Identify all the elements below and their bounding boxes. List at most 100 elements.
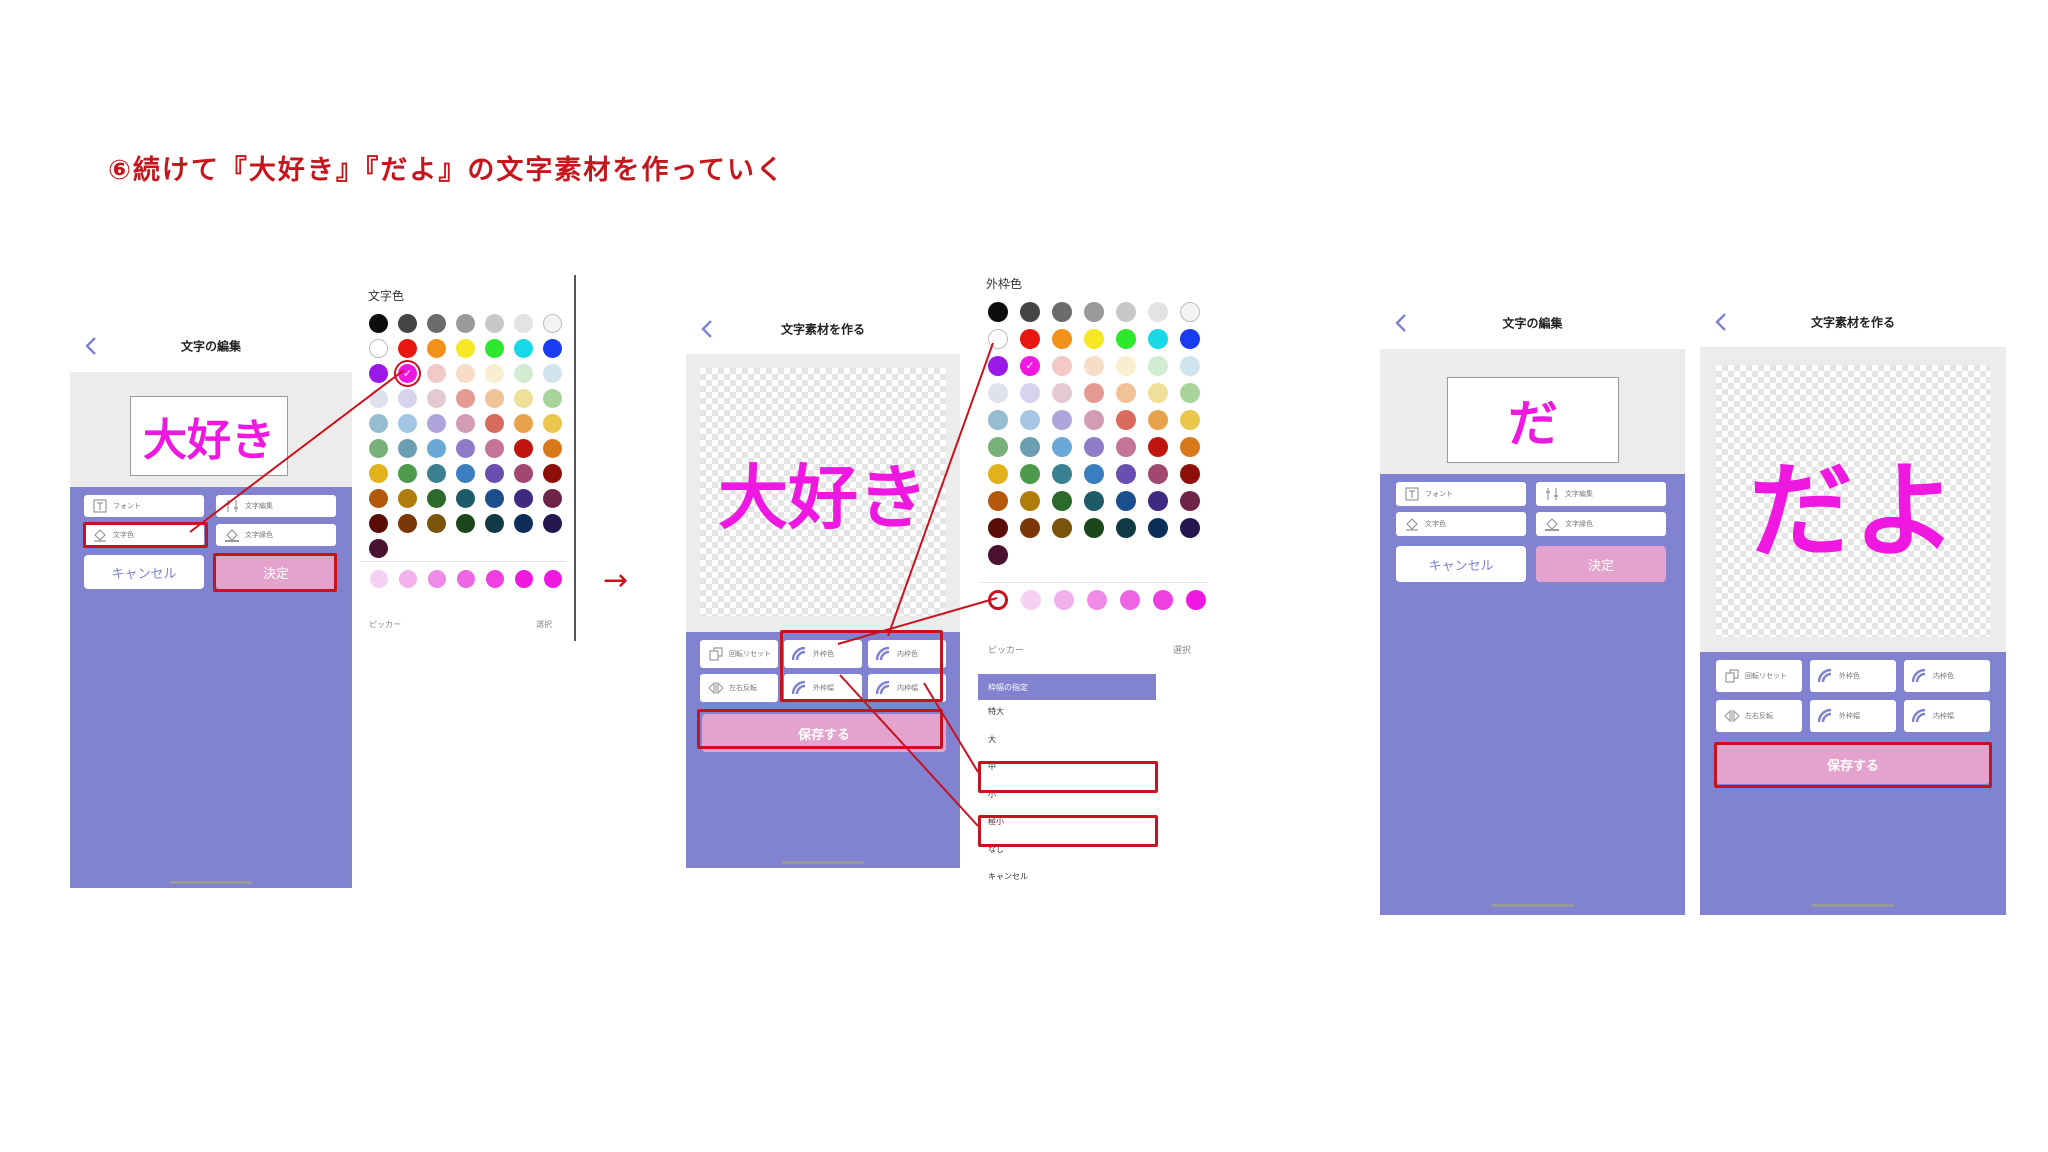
color-swatch[interactable] [1116,437,1136,457]
color-swatch[interactable] [1052,356,1072,376]
color-swatch[interactable] [1180,383,1200,403]
font-button[interactable]: フォント [1396,482,1526,506]
frame-width-option[interactable]: 特大 [988,706,1004,717]
recent-color-swatch[interactable] [1087,590,1107,610]
color-swatch[interactable] [427,389,446,408]
color-swatch[interactable] [369,514,388,533]
color-swatch[interactable] [1084,410,1104,430]
color-swatch[interactable] [988,302,1008,322]
color-swatch[interactable] [1020,518,1040,538]
color-swatch[interactable] [398,489,417,508]
color-swatch[interactable] [398,339,417,358]
color-swatch[interactable] [369,489,388,508]
color-swatch[interactable] [1116,356,1136,376]
color-swatch[interactable] [988,329,1008,349]
color-swatch[interactable] [456,414,475,433]
color-swatch[interactable] [1180,356,1200,376]
color-swatch[interactable] [1116,410,1136,430]
color-swatch[interactable] [1052,329,1072,349]
frame-width-option[interactable]: 大 [988,734,996,745]
color-swatch[interactable] [514,314,533,333]
color-swatch[interactable] [456,364,475,383]
inner-frame-width-button[interactable]: 内枠幅 [1904,700,1990,732]
edit-text-button[interactable]: 文字編集 [1536,482,1666,506]
color-swatch[interactable] [369,389,388,408]
color-swatch[interactable] [988,356,1008,376]
color-swatch[interactable] [514,389,533,408]
color-swatch[interactable] [1148,491,1168,511]
recent-color-swatch[interactable] [1120,590,1140,610]
color-swatch[interactable] [485,389,504,408]
recent-color-swatch[interactable] [1186,590,1206,610]
color-swatch[interactable] [485,489,504,508]
color-swatch[interactable] [1084,491,1104,511]
color-swatch[interactable] [514,339,533,358]
color-swatch[interactable] [543,339,562,358]
color-swatch[interactable] [1116,464,1136,484]
color-swatch[interactable] [369,314,388,333]
color-swatch[interactable] [1020,437,1040,457]
text-color-button[interactable]: 文字色 [1396,512,1526,536]
color-swatch[interactable] [1180,464,1200,484]
color-swatch[interactable] [427,314,446,333]
color-swatch[interactable] [1148,410,1168,430]
color-swatch[interactable] [1020,329,1040,349]
color-swatch[interactable] [1020,464,1040,484]
recent-color-swatch[interactable] [1153,590,1173,610]
color-swatch[interactable] [427,339,446,358]
color-swatch[interactable] [1116,518,1136,538]
color-swatch[interactable] [369,464,388,483]
color-swatch[interactable] [369,339,388,358]
color-swatch[interactable] [1084,302,1104,322]
recent-color-swatch[interactable] [515,570,533,588]
color-swatch[interactable] [398,514,417,533]
frame-width-option[interactable]: キャンセル [988,871,1028,882]
cancel-button[interactable]: キャンセル [1396,546,1526,582]
select-tab[interactable]: 選択 [536,619,552,630]
color-swatch[interactable] [514,364,533,383]
font-button[interactable]: フォント [84,495,204,517]
color-swatch[interactable] [514,489,533,508]
color-swatch[interactable] [988,464,1008,484]
color-swatch[interactable] [485,364,504,383]
color-swatch[interactable] [988,410,1008,430]
color-swatch[interactable] [1052,302,1072,322]
color-swatch[interactable] [1020,302,1040,322]
color-swatch[interactable] [456,439,475,458]
color-swatch[interactable] [369,539,388,558]
color-swatch[interactable] [543,389,562,408]
color-swatch[interactable] [1020,410,1040,430]
color-swatch[interactable] [1084,437,1104,457]
color-swatch[interactable] [1180,302,1200,322]
color-swatch[interactable] [543,439,562,458]
color-swatch[interactable] [988,437,1008,457]
color-swatch[interactable] [456,489,475,508]
color-swatch[interactable] [1148,302,1168,322]
recent-color-swatch[interactable] [486,570,504,588]
color-swatch[interactable] [427,364,446,383]
color-swatch[interactable] [1116,329,1136,349]
color-swatch[interactable] [398,439,417,458]
recent-color-swatch[interactable] [544,570,562,588]
flip-horizontal-button[interactable]: 左右反転 [700,674,778,702]
color-swatch[interactable] [398,314,417,333]
color-swatch[interactable] [1116,302,1136,322]
color-swatch[interactable] [398,464,417,483]
recent-color-swatch[interactable] [1054,590,1074,610]
color-swatch[interactable] [398,364,417,383]
color-swatch[interactable] [456,514,475,533]
color-swatch[interactable] [1148,383,1168,403]
recent-color-swatch[interactable] [457,570,475,588]
color-swatch[interactable] [369,364,388,383]
color-swatch[interactable] [1084,518,1104,538]
color-swatch[interactable] [1148,329,1168,349]
picker-tab[interactable]: ピッカー [988,643,1024,656]
color-swatch[interactable] [1148,518,1168,538]
color-swatch[interactable] [543,514,562,533]
color-swatch[interactable] [485,339,504,358]
color-swatch[interactable] [988,383,1008,403]
color-swatch[interactable] [514,464,533,483]
color-swatch[interactable] [427,464,446,483]
cancel-button[interactable]: キャンセル [84,555,204,589]
color-swatch[interactable] [543,364,562,383]
